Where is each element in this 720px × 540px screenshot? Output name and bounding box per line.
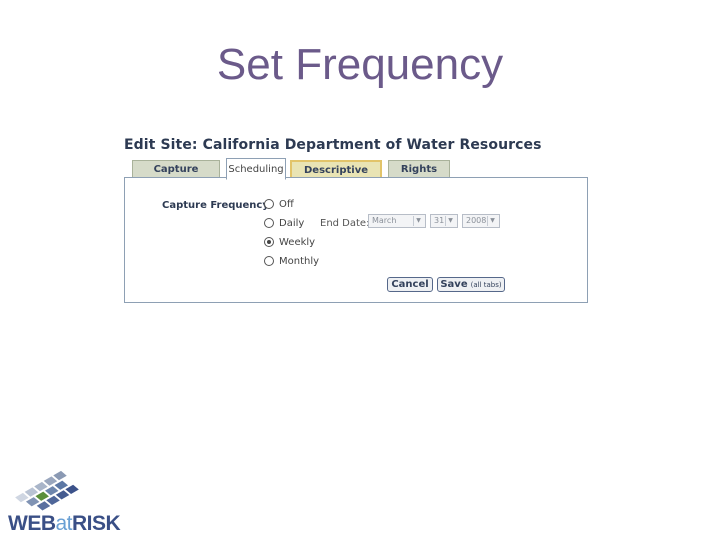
- radio-weekly[interactable]: [264, 237, 274, 247]
- logo-text-at: at: [55, 512, 73, 535]
- save-button-note: (all tabs): [470, 281, 502, 289]
- logo-text-web: WEB: [8, 512, 56, 535]
- end-year-value: 2008: [466, 216, 487, 225]
- slide-title: Set Frequency: [216, 40, 504, 89]
- frequency-option-daily[interactable]: Daily: [264, 216, 304, 230]
- capture-frequency-label: Capture Frequency:: [162, 200, 273, 211]
- save-button-label: Save: [440, 279, 468, 290]
- cancel-button[interactable]: Cancel: [387, 277, 433, 292]
- tab-rights-data[interactable]: Rights Data: [388, 160, 450, 193]
- end-month-select[interactable]: March ▼: [368, 214, 426, 228]
- frequency-option-weekly[interactable]: Weekly: [264, 235, 315, 249]
- radio-label-daily: Daily: [279, 217, 305, 229]
- frequency-option-off[interactable]: Off: [264, 197, 294, 211]
- end-year-select[interactable]: 2008 ▼: [462, 214, 500, 228]
- end-day-select[interactable]: 31 ▼: [430, 214, 458, 228]
- chevron-down-icon: ▼: [413, 216, 423, 226]
- page-title: Edit Site: California Department of Wate…: [124, 137, 542, 153]
- chevron-down-icon: ▼: [487, 216, 497, 226]
- radio-label-weekly: Weekly: [279, 236, 316, 248]
- logo-text-risk: RISK: [72, 512, 121, 535]
- radio-off[interactable]: [264, 199, 274, 209]
- end-day-value: 31: [434, 216, 445, 225]
- end-date-label: End Date:: [320, 218, 370, 229]
- chevron-down-icon: ▼: [445, 216, 455, 226]
- scheduling-panel: [124, 177, 588, 303]
- radio-daily[interactable]: [264, 218, 274, 228]
- radio-label-off: Off: [279, 198, 294, 210]
- tab-scheduling[interactable]: Scheduling: [226, 158, 286, 180]
- frequency-option-monthly[interactable]: Monthly: [264, 254, 319, 268]
- save-button[interactable]: Save (all tabs): [437, 277, 505, 292]
- end-month-value: March: [372, 216, 397, 225]
- radio-label-monthly: Monthly: [279, 255, 320, 267]
- tab-descriptive-data[interactable]: Descriptive Data: [290, 160, 382, 194]
- tab-capture-settings[interactable]: Capture Settings: [132, 160, 220, 193]
- webatrisk-logo-text: WEBatRISK: [8, 512, 121, 536]
- radio-monthly[interactable]: [264, 256, 274, 266]
